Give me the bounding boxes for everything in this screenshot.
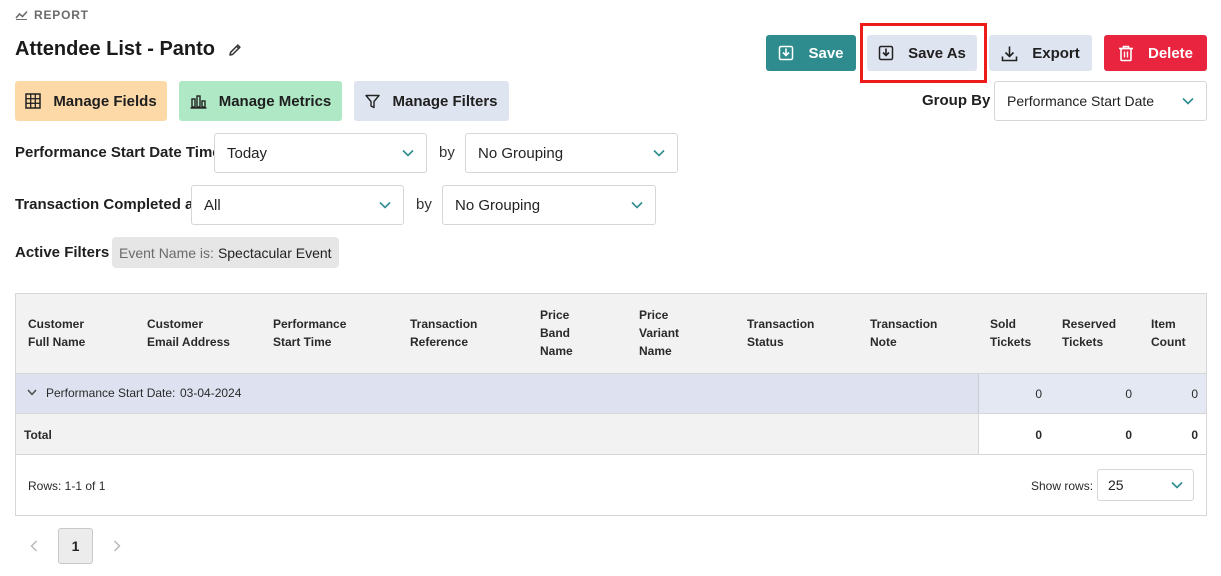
filter-icon xyxy=(365,94,381,109)
chevron-down-icon xyxy=(631,201,643,209)
column-header-item-count[interactable]: Item Count xyxy=(1151,315,1186,351)
column-header-transaction-note[interactable]: Transaction Note xyxy=(870,315,937,351)
page-title: Attendee List - Panto xyxy=(15,38,216,60)
manage-metrics-label: Manage Metrics xyxy=(218,92,332,110)
report-section-label: REPORT xyxy=(15,8,89,22)
performance-grouping-value: No Grouping xyxy=(478,144,564,162)
trash-icon xyxy=(1118,45,1134,62)
group-reserved-tickets: 0 xyxy=(1125,387,1132,401)
filter-chip-event-name[interactable]: Event Name is: Spectacular Event xyxy=(112,237,339,268)
column-header-transaction-status[interactable]: Transaction Status xyxy=(747,315,814,351)
trend-line-icon xyxy=(15,10,28,20)
group-sold-tickets: 0 xyxy=(1035,387,1042,401)
save-as-highlight xyxy=(860,23,987,83)
transaction-date-range-select[interactable]: All xyxy=(191,185,404,225)
table-header: Customer Full Name Customer Email Address … xyxy=(16,294,1206,374)
column-header-performance-start-time[interactable]: Performance Start Time xyxy=(273,315,346,351)
save-button[interactable]: Save xyxy=(766,35,856,71)
export-button[interactable]: Export xyxy=(989,35,1092,71)
transaction-grouping-value: No Grouping xyxy=(455,196,541,214)
show-rows-value: 25 xyxy=(1108,477,1124,493)
column-header-customer-email[interactable]: Customer Email Address xyxy=(147,315,230,351)
filter-chip-value: Spectacular Event xyxy=(217,244,332,261)
report-table: Customer Full Name Customer Email Address … xyxy=(15,293,1207,516)
chevron-down-icon xyxy=(653,149,665,157)
chevron-down-icon xyxy=(402,149,414,157)
total-sold-tickets: 0 xyxy=(1035,428,1042,442)
performance-date-range-select[interactable]: Today xyxy=(214,133,427,173)
manage-fields-button[interactable]: Manage Fields xyxy=(15,81,167,121)
manage-filters-button[interactable]: Manage Filters xyxy=(354,81,509,121)
page-number-current[interactable]: 1 xyxy=(58,528,93,564)
transaction-completed-at-label: Transaction Completed at xyxy=(15,196,199,213)
title-row: Attendee List - Panto xyxy=(15,38,243,61)
chevron-right-icon xyxy=(113,540,121,552)
bar-chart-icon xyxy=(190,94,207,109)
table-footer: Rows: 1-1 of 1 Show rows: 25 xyxy=(16,455,1206,515)
export-label: Export xyxy=(1032,44,1080,62)
chevron-down-icon xyxy=(1171,481,1183,489)
group-row-value: 03-04-2024 xyxy=(180,386,242,400)
pencil-icon[interactable] xyxy=(227,42,243,58)
transaction-date-range-value: All xyxy=(204,196,221,214)
delete-button[interactable]: Delete xyxy=(1104,35,1207,71)
column-header-customer-full-name[interactable]: Customer Full Name xyxy=(28,315,85,351)
transaction-grouping-select[interactable]: No Grouping xyxy=(442,185,656,225)
chevron-down-icon xyxy=(379,201,391,209)
total-item-count: 0 xyxy=(1191,428,1198,442)
chevron-down-icon xyxy=(1182,97,1194,105)
grid-icon xyxy=(25,93,42,109)
group-item-count: 0 xyxy=(1191,387,1198,401)
previous-page-button[interactable] xyxy=(17,528,51,564)
show-rows-label: Show rows: xyxy=(1031,479,1094,493)
next-page-button[interactable] xyxy=(100,528,134,564)
performance-date-range-value: Today xyxy=(227,144,268,162)
delete-label: Delete xyxy=(1147,44,1194,62)
column-header-price-band-name[interactable]: Price Band Name xyxy=(540,306,573,360)
column-header-sold-tickets[interactable]: Sold Tickets xyxy=(990,315,1031,351)
filter-chip-key: Event Name is: xyxy=(119,244,214,261)
total-reserved-tickets: 0 xyxy=(1125,428,1132,442)
performance-grouping-select[interactable]: No Grouping xyxy=(465,133,678,173)
manage-fields-label: Manage Fields xyxy=(53,92,157,110)
save-label: Save xyxy=(808,44,844,62)
column-header-transaction-reference[interactable]: Transaction Reference xyxy=(410,315,477,351)
group-row-label: Performance Start Date: xyxy=(46,386,176,400)
group-by-select[interactable]: Performance Start Date xyxy=(994,81,1207,121)
total-row: Total 0 0 0 xyxy=(16,414,1206,455)
group-row[interactable]: Performance Start Date: 03-04-2024 0 0 0 xyxy=(16,374,1206,414)
rows-info: Rows: 1-1 of 1 xyxy=(28,479,106,493)
chevron-down-icon[interactable] xyxy=(27,389,37,396)
show-rows-select[interactable]: 25 xyxy=(1097,469,1194,501)
chevron-left-icon xyxy=(30,540,38,552)
total-label: Total xyxy=(24,428,52,442)
active-filters-label: Active Filters xyxy=(15,244,110,261)
performance-start-date-time-label: Performance Start Date Time xyxy=(15,144,221,161)
by-label: by xyxy=(416,196,432,213)
download-icon xyxy=(1001,45,1018,62)
save-icon xyxy=(778,45,794,61)
manage-metrics-button[interactable]: Manage Metrics xyxy=(179,81,342,121)
column-header-reserved-tickets[interactable]: Reserved Tickets xyxy=(1062,315,1116,351)
group-by-value: Performance Start Date xyxy=(1007,93,1155,109)
manage-filters-label: Manage Filters xyxy=(392,92,498,110)
by-label: by xyxy=(439,144,455,161)
column-header-price-variant-name[interactable]: Price Variant Name xyxy=(639,306,679,360)
group-by-label: Group By xyxy=(922,92,991,109)
section-label-text: REPORT xyxy=(34,8,89,22)
